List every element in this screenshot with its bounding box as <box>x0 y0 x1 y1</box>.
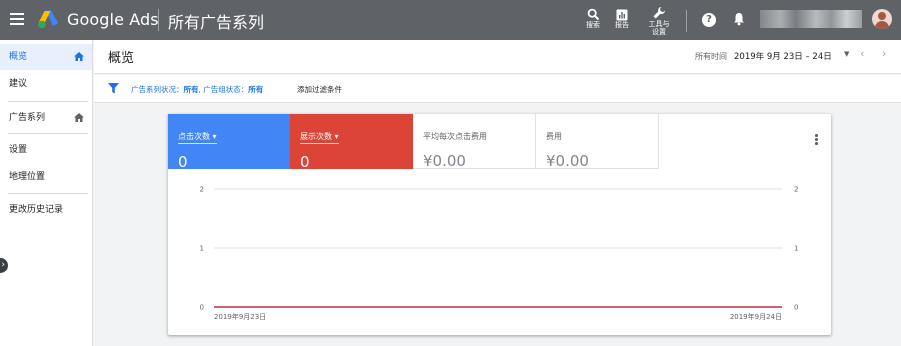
performance-chart: 0 0 1 1 2 2 2019年9月23日 2019年9月24日 <box>200 186 799 322</box>
y-tick-label-right: 1 <box>794 245 798 253</box>
toolbar-divider <box>686 10 687 32</box>
metric-selector[interactable]: 点击次数 ▾ <box>178 131 217 144</box>
y-tick-label-left: 0 <box>200 304 204 312</box>
google-ads-logo <box>38 10 58 29</box>
metric-selector[interactable]: 展示次数 ▾ <box>300 131 339 144</box>
filter-bar: 广告系列状况：所有, 广告组状态：所有 添加过滤条件 <box>94 75 901 103</box>
sidebar-item-settings[interactable]: 设置 <box>0 137 92 163</box>
account-info-blurred[interactable] <box>760 10 862 28</box>
report-tool-button[interactable]: 报告 <box>613 3 631 29</box>
date-range-picker[interactable]: 2019年 9月 23日 – 24日 <box>734 50 832 62</box>
chevron-left-icon[interactable]: ‹ <box>860 47 864 60</box>
y-tick-label-right: 2 <box>794 186 798 194</box>
sidebar: 概览 建议 广告系列 设置 地理位置 更改历史记录 › <box>0 40 93 346</box>
date-dropdown-icon[interactable]: ▼ <box>844 50 849 58</box>
help-icon[interactable]: ? <box>702 13 716 27</box>
wrench-icon <box>645 3 673 20</box>
metric-cost-tile[interactable]: 费用 ¥0.00 <box>536 114 659 170</box>
x-tick-label: 2019年9月24日 <box>730 312 782 321</box>
sidebar-item-label: 概览 <box>9 52 28 62</box>
campaign-status-label: 广告系列状况： <box>131 85 184 94</box>
home-icon <box>74 52 84 61</box>
adgroup-status-value: 所有 <box>248 85 264 94</box>
metric-label: 展示次数 <box>300 132 332 141</box>
sidebar-divider <box>8 193 88 194</box>
tools-settings-label-line1: 工具与 <box>648 20 670 28</box>
sidebar-item-label: 设置 <box>9 145 28 155</box>
page-header: 概览 所有时间 2019年 9月 23日 – 24日 ▼ ‹ › <box>94 40 901 74</box>
metric-label: 平均每次点击费用 <box>423 132 487 141</box>
caret-down-icon: ▾ <box>212 132 217 141</box>
search-tool-label: 搜索 <box>586 21 600 29</box>
campaign-status-value: 所有 <box>183 85 199 94</box>
search-tool-button[interactable]: 搜索 <box>584 3 602 29</box>
section-title: 所有广告系列 <box>168 13 265 32</box>
performance-card: 点击次数 ▾ 0 展示次数 ▾ 0 平均每次点击费用 ¥0.00 费用 ¥0.0… <box>168 114 831 335</box>
metric-clicks-tile[interactable]: 点击次数 ▾ 0 <box>168 114 290 171</box>
sidebar-divider <box>8 133 88 134</box>
sidebar-item-label: 更改历史记录 <box>9 205 64 215</box>
adgroup-status-label: , 广告组状态： <box>198 85 249 94</box>
brand-name: Google Ads <box>67 10 159 29</box>
metric-value: ¥0.00 <box>546 152 589 170</box>
y-tick-label-left: 2 <box>200 186 204 194</box>
sidebar-item-recommendations[interactable]: 建议 <box>0 71 92 97</box>
caret-down-icon: ▾ <box>334 132 339 141</box>
date-range-label: 所有时间 <box>695 52 727 61</box>
sidebar-item-label: 建议 <box>9 79 28 89</box>
hamburger-menu-icon[interactable] <box>10 13 24 25</box>
avatar[interactable] <box>872 9 892 29</box>
sidebar-toggle-chevron-icon[interactable]: › <box>0 258 8 273</box>
y-tick-label-left: 1 <box>200 245 204 253</box>
sidebar-item-campaigns[interactable]: 广告系列 <box>0 105 92 131</box>
metric-label: 费用 <box>546 132 562 141</box>
metric-impressions-tile[interactable]: 展示次数 ▾ 0 <box>290 114 413 171</box>
more-options-icon[interactable] <box>815 134 819 146</box>
sidebar-item-locations[interactable]: 地理位置 <box>0 164 92 190</box>
chevron-right-icon[interactable]: › <box>882 47 886 60</box>
metric-label: 点击次数 <box>178 132 210 141</box>
filter-icon[interactable] <box>108 83 119 94</box>
sidebar-item-label: 广告系列 <box>9 113 46 123</box>
active-filters[interactable]: 广告系列状况：所有, 广告组状态：所有 <box>131 84 263 95</box>
page-title: 概览 <box>108 51 135 66</box>
sidebar-divider <box>8 101 88 102</box>
report-tool-label: 报告 <box>615 21 629 29</box>
sidebar-item-label: 地理位置 <box>9 172 46 182</box>
metric-avg-cpc-tile[interactable]: 平均每次点击费用 ¥0.00 <box>413 114 536 170</box>
tools-settings-label-line2: 设置 <box>652 28 666 36</box>
tools-settings-button[interactable]: 工具与 设置 <box>645 3 673 36</box>
add-filter-button[interactable]: 添加过滤条件 <box>297 84 342 95</box>
brand-divider <box>158 9 159 31</box>
metric-value: ¥0.00 <box>423 152 466 170</box>
x-tick-label: 2019年9月23日 <box>214 312 266 321</box>
sidebar-item-change-history[interactable]: 更改历史记录 <box>0 197 92 223</box>
notifications-bell-icon[interactable] <box>733 12 745 26</box>
sidebar-item-overview[interactable]: 概览 <box>0 44 92 70</box>
home-icon <box>74 113 84 122</box>
y-tick-label-right: 0 <box>794 304 798 312</box>
search-icon <box>584 3 602 21</box>
report-icon <box>613 3 631 21</box>
top-bar: Google Ads 所有广告系列 搜索 报告 工具与 设置 ? <box>0 0 901 40</box>
